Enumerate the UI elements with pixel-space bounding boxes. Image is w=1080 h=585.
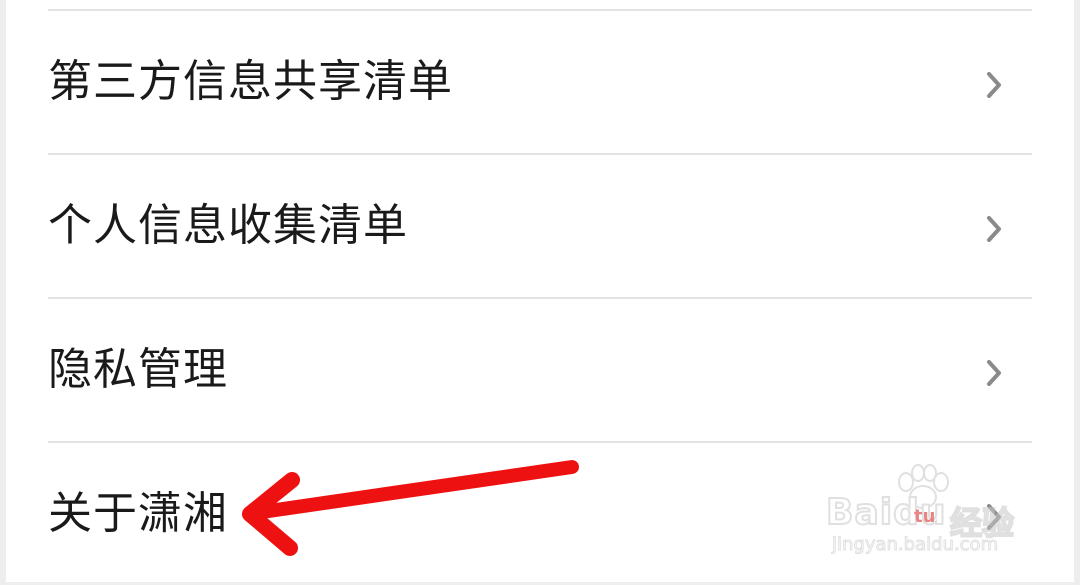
menu-item-label: 第三方信息共享清单 xyxy=(48,56,453,107)
baidu-jingyan-watermark: Baidu 经验 jingyan.baidu.com tu xyxy=(825,462,1026,562)
menu-item-label: 隐私管理 xyxy=(48,344,228,395)
menu-item-personal-info-collection[interactable]: 个人信息收集清单 xyxy=(0,155,1080,297)
chevron-right-icon xyxy=(987,360,1001,386)
menu-item-third-party-sharing[interactable]: 第三方信息共享清单 xyxy=(0,11,1080,153)
chevron-right-icon xyxy=(987,216,1001,242)
menu-item-label: 关于潇湘 xyxy=(48,488,228,539)
menu-item-label: 个人信息收集清单 xyxy=(48,200,408,251)
watermark-badge: tu xyxy=(914,506,936,527)
chevron-right-icon xyxy=(987,72,1001,98)
watermark-url: jingyan.baidu.com xyxy=(831,534,999,556)
menu-item-privacy-management[interactable]: 隐私管理 xyxy=(0,299,1080,441)
